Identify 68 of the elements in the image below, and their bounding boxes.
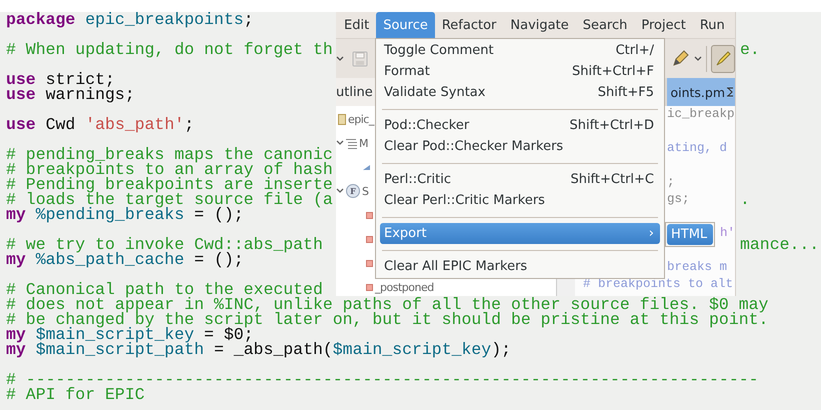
brush-button[interactable]: [711, 44, 735, 72]
tree-item[interactable]: S: [362, 184, 368, 198]
code-line: # we try to invoke Cwd::abs_path: [6, 237, 323, 252]
tree-item[interactable]: M: [359, 136, 368, 150]
code-line: # be changed by the script later on, but it should be pristine at this point.: [6, 312, 768, 327]
code-line: # breakpoints to alt: [583, 277, 734, 291]
menu-item[interactable]: Clear All EPIC Markers: [380, 256, 660, 277]
menu-item[interactable]: Toggle Comment Ctrl+/: [380, 40, 660, 61]
code-line: package epic_breakpoints;: [6, 12, 254, 27]
code-line: use strict;: [6, 72, 115, 87]
code-line: # loads the target source file (a: [6, 192, 333, 207]
code-line: my %pending_breaks = ();: [6, 207, 244, 222]
menu-item[interactable]: Pod::Checker Shift+Ctrl+D: [380, 115, 660, 136]
code-line: # Pending breakpoints are inserte: [6, 177, 333, 192]
chevron-down-icon[interactable]: [694, 56, 702, 62]
code-line: # does not appear in %INC, unlike paths of all the other source files. $0 may: [6, 297, 768, 312]
shortcut-label: Shift+Ctrl+D: [570, 118, 654, 133]
method-icon: [366, 284, 373, 290]
shortcut-label: Shift+Ctrl+C: [570, 172, 654, 187]
triangle-icon: [363, 164, 370, 170]
menu-item[interactable]: Format Shift+Ctrl+F: [380, 61, 660, 82]
code-line: # Canonical path to the executed: [6, 282, 323, 297]
code-line: mance...: [740, 237, 820, 252]
code-line: ating, d: [667, 141, 728, 155]
menu-title[interactable]: Edit: [337, 12, 376, 38]
code-line: # When updating, do not forget th: [6, 42, 333, 57]
code-line: # --------------------------------------------------------------------------: [6, 372, 759, 387]
code-line: use warnings;: [6, 87, 135, 102]
code-line: .: [740, 192, 750, 207]
list-icon: [346, 138, 357, 148]
menu-title[interactable]: Navigate: [503, 12, 576, 38]
method-icon: [366, 236, 373, 242]
chevron-down-icon[interactable]: [336, 56, 344, 62]
submenu-arrow: ›: [648, 226, 654, 241]
shortcut-label: Shift+Ctrl+F: [572, 64, 654, 79]
pen-icon[interactable]: [670, 48, 690, 68]
shortcut-label: Ctrl+/: [616, 43, 654, 58]
menu-title[interactable]: Refactor: [434, 12, 504, 38]
code-line: use Cwd 'abs_path';: [6, 117, 194, 132]
tree-item[interactable]: epic_: [348, 112, 374, 126]
code-line: breaks m: [667, 260, 728, 274]
menu-title[interactable]: Search: [576, 12, 634, 38]
code-line: ;: [667, 175, 675, 189]
code-line: # pending_breaks maps the canonic: [6, 147, 333, 162]
code-line: gs;: [667, 192, 690, 206]
menu-item[interactable]: Clear Pod::Checker Markers: [380, 136, 660, 157]
editor-tab[interactable]: oints.pm: [667, 78, 735, 106]
menu-title[interactable]: Project: [634, 12, 693, 38]
code-line: # API for EPIC: [6, 387, 145, 402]
code-line: ic_breakp: [667, 107, 735, 121]
package-icon: [338, 114, 346, 124]
menu-item[interactable]: Clear Perl::Critic Markers: [380, 190, 660, 211]
code-line: e.: [740, 42, 760, 57]
outline-tab[interactable]: utline: [336, 78, 377, 106]
menu-item[interactable]: Validate Syntax Shift+F5: [380, 82, 660, 103]
code-line: h': [720, 226, 736, 240]
method-icon: [366, 260, 373, 266]
code-line: my $main_script_key = $0;: [6, 327, 254, 342]
menu-item[interactable]: Perl::Critic Shift+Ctrl+C: [380, 169, 660, 190]
menu-title[interactable]: Run: [692, 12, 732, 38]
code-line: my $main_script_path = _abs_path($main_script_key);: [6, 342, 512, 357]
shortcut-label: Shift+F5: [598, 85, 654, 100]
code-line: my %abs_path_cache = ();: [6, 252, 244, 267]
function-icon: F: [346, 184, 360, 198]
method-icon: [366, 212, 373, 218]
brush-icon: [714, 50, 732, 68]
code-line: # breakpoints to an array of hash: [6, 162, 333, 177]
tree-item[interactable]: _postponed: [375, 280, 434, 294]
